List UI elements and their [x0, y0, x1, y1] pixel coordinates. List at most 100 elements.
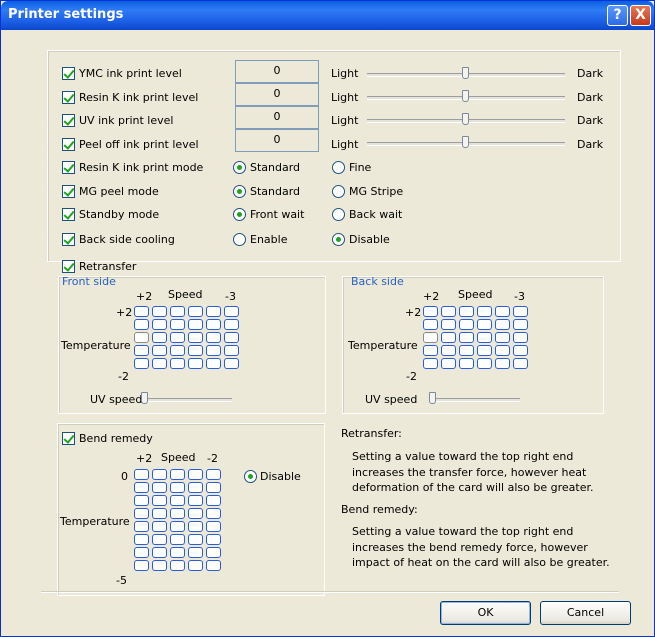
- grid-cell[interactable]: [441, 345, 456, 356]
- uv-value-field[interactable]: 0: [235, 106, 319, 129]
- standby-front-radio[interactable]: [233, 208, 246, 221]
- ymc-slider-thumb[interactable]: [462, 67, 469, 79]
- grid-cell[interactable]: [170, 332, 185, 343]
- front-uv-speed-thumb[interactable]: [141, 392, 148, 404]
- grid-cell[interactable]: [170, 534, 185, 545]
- grid-cell[interactable]: [495, 358, 510, 369]
- resin-mode-fine-radio[interactable]: [332, 161, 345, 174]
- peel-value-field[interactable]: 0: [235, 129, 319, 152]
- uv-checkbox[interactable]: [62, 114, 75, 127]
- grid-cell[interactable]: [495, 306, 510, 317]
- grid-cell[interactable]: [206, 495, 221, 506]
- peel-checkbox[interactable]: [62, 138, 75, 151]
- grid-cell[interactable]: [134, 358, 149, 369]
- grid-cell[interactable]: [188, 332, 203, 343]
- grid-cell[interactable]: [152, 345, 167, 356]
- grid-cell[interactable]: [224, 332, 239, 343]
- grid-cell[interactable]: [441, 306, 456, 317]
- grid-cell[interactable]: [206, 332, 221, 343]
- grid-cell[interactable]: [152, 332, 167, 343]
- grid-cell[interactable]: [206, 319, 221, 330]
- grid-cell[interactable]: [477, 319, 492, 330]
- grid-cell[interactable]: [188, 306, 203, 317]
- grid-cell[interactable]: [423, 319, 438, 330]
- grid-cell[interactable]: [513, 345, 528, 356]
- mg-peel-stripe-radio[interactable]: [332, 185, 345, 198]
- grid-cell[interactable]: [423, 306, 438, 317]
- grid-cell[interactable]: [188, 521, 203, 532]
- grid-cell[interactable]: [477, 345, 492, 356]
- grid-cell[interactable]: [134, 469, 149, 480]
- standby-back-radio[interactable]: [332, 208, 345, 221]
- grid-cell[interactable]: [206, 345, 221, 356]
- grid-cell[interactable]: [152, 534, 167, 545]
- grid-cell[interactable]: [188, 534, 203, 545]
- grid-cell[interactable]: [152, 508, 167, 519]
- ymc-value-field[interactable]: 0: [235, 60, 319, 83]
- grid-cell[interactable]: [134, 332, 149, 343]
- grid-cell[interactable]: [423, 332, 438, 343]
- resin-mode-checkbox[interactable]: [62, 161, 75, 174]
- grid-cell[interactable]: [152, 560, 167, 571]
- grid-cell[interactable]: [206, 469, 221, 480]
- grid-cell[interactable]: [134, 521, 149, 532]
- grid-cell[interactable]: [134, 319, 149, 330]
- grid-cell[interactable]: [188, 358, 203, 369]
- grid-cell[interactable]: [134, 482, 149, 493]
- grid-cell[interactable]: [224, 306, 239, 317]
- grid-cell[interactable]: [152, 306, 167, 317]
- grid-cell[interactable]: [423, 358, 438, 369]
- grid-cell[interactable]: [495, 319, 510, 330]
- ok-button[interactable]: OK: [440, 601, 531, 625]
- grid-cell[interactable]: [170, 358, 185, 369]
- grid-cell[interactable]: [188, 469, 203, 480]
- grid-cell[interactable]: [170, 508, 185, 519]
- grid-cell[interactable]: [188, 547, 203, 558]
- back-cooling-disable-radio[interactable]: [332, 233, 345, 246]
- grid-cell[interactable]: [152, 482, 167, 493]
- peel-slider-thumb[interactable]: [462, 136, 469, 148]
- grid-cell[interactable]: [477, 306, 492, 317]
- grid-cell[interactable]: [513, 332, 528, 343]
- bend-remedy-checkbox[interactable]: [62, 432, 75, 445]
- grid-cell[interactable]: [513, 319, 528, 330]
- grid-cell[interactable]: [152, 521, 167, 532]
- grid-cell[interactable]: [152, 547, 167, 558]
- grid-cell[interactable]: [441, 358, 456, 369]
- grid-cell[interactable]: [477, 358, 492, 369]
- grid-cell[interactable]: [152, 495, 167, 506]
- back-cooling-enable-radio[interactable]: [233, 233, 246, 246]
- grid-cell[interactable]: [459, 358, 474, 369]
- resin-checkbox[interactable]: [62, 91, 75, 104]
- grid-cell[interactable]: [134, 345, 149, 356]
- ymc-checkbox[interactable]: [62, 67, 75, 80]
- grid-cell[interactable]: [170, 306, 185, 317]
- front-uv-speed-slider[interactable]: [144, 398, 232, 402]
- grid-cell[interactable]: [188, 508, 203, 519]
- grid-cell[interactable]: [459, 332, 474, 343]
- grid-cell[interactable]: [495, 332, 510, 343]
- grid-cell[interactable]: [206, 560, 221, 571]
- grid-cell[interactable]: [441, 332, 456, 343]
- resin-mode-standard-radio[interactable]: [233, 161, 246, 174]
- grid-cell[interactable]: [206, 534, 221, 545]
- grid-cell[interactable]: [206, 521, 221, 532]
- grid-cell[interactable]: [170, 547, 185, 558]
- grid-cell[interactable]: [170, 560, 185, 571]
- back-uv-speed-slider[interactable]: [432, 398, 520, 402]
- grid-cell[interactable]: [170, 319, 185, 330]
- grid-cell[interactable]: [423, 345, 438, 356]
- grid-cell[interactable]: [513, 358, 528, 369]
- grid-cell[interactable]: [495, 345, 510, 356]
- close-button[interactable]: X: [630, 5, 651, 26]
- grid-cell[interactable]: [188, 482, 203, 493]
- grid-cell[interactable]: [188, 319, 203, 330]
- grid-cell[interactable]: [170, 345, 185, 356]
- grid-cell[interactable]: [459, 319, 474, 330]
- grid-cell[interactable]: [188, 345, 203, 356]
- grid-cell[interactable]: [134, 306, 149, 317]
- grid-cell[interactable]: [152, 358, 167, 369]
- grid-cell[interactable]: [441, 319, 456, 330]
- grid-cell[interactable]: [134, 534, 149, 545]
- grid-cell[interactable]: [224, 345, 239, 356]
